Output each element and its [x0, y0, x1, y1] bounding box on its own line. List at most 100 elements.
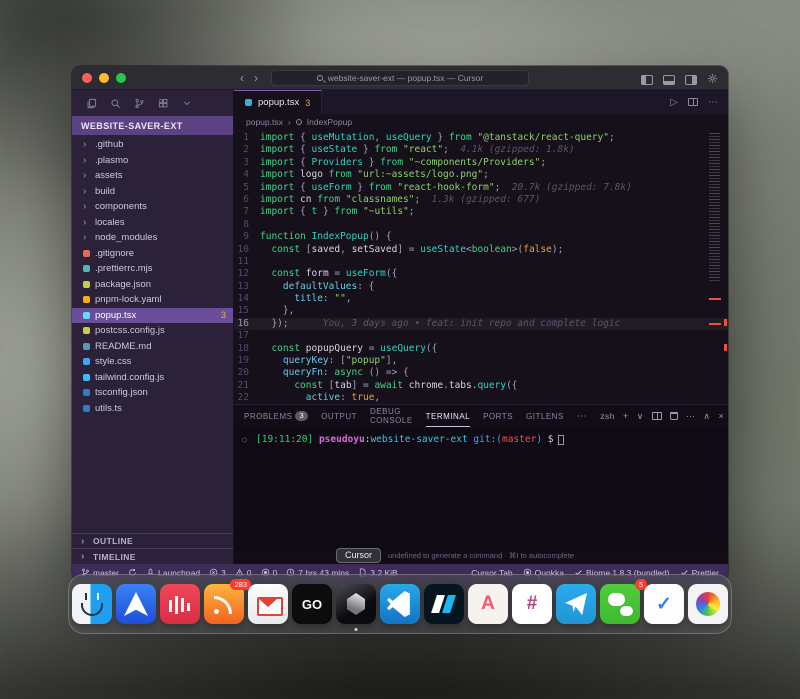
panel-tab-label: OUTPUT [321, 412, 357, 421]
toggle-panel-icon[interactable] [663, 75, 675, 85]
tab-popup-tsx[interactable]: popup.tsx 3 [234, 90, 322, 114]
dock-icon-finder[interactable] [72, 584, 112, 624]
panel-tab-ports[interactable]: PORTS [483, 405, 513, 427]
code-text: import { Providers } from "~components/P… [260, 157, 728, 169]
dock-icon-telegram[interactable] [556, 584, 596, 624]
zoom-button[interactable] [116, 73, 126, 83]
kill-terminal-icon[interactable] [670, 412, 678, 420]
code-editor[interactable]: 1import { useMutation, useQuery } from "… [234, 130, 728, 404]
file-name: style.css [95, 356, 131, 367]
dock-icon-mail[interactable] [248, 584, 288, 624]
chevron-down-icon[interactable]: ∨ [637, 411, 644, 422]
minimize-button[interactable] [99, 73, 109, 83]
dock-icon-flighty[interactable] [116, 584, 156, 624]
code-text: }, [260, 305, 728, 317]
back-button[interactable]: ‹ [240, 70, 244, 86]
extensions-icon[interactable] [158, 98, 169, 109]
dock-icon-vscode[interactable] [380, 584, 420, 624]
tree-item-node-modules[interactable]: ›node_modules [72, 230, 233, 246]
close-button[interactable] [82, 73, 92, 83]
run-button[interactable]: ▷ [670, 97, 678, 108]
tree-item-github[interactable]: ›.github [72, 137, 233, 153]
explorer-icon[interactable] [86, 98, 97, 109]
file-explorer[interactable]: ›.github›.plasmo›assets›build›components… [72, 135, 233, 533]
tree-item-locales[interactable]: › locales [72, 215, 233, 231]
editor-group: popup.tsx 3 ▷ ⋯ popup.tsx › IndexPopup [234, 90, 728, 564]
panel-tab-problems[interactable]: PROBLEMS3 [244, 405, 308, 427]
source-control-icon[interactable] [134, 98, 145, 109]
chevron-right-icon: › [83, 232, 90, 243]
command-center[interactable]: website-saver-ext — popup.tsx — Cursor [271, 70, 529, 86]
dock-icon-music[interactable] [160, 584, 200, 624]
command-decoration-icon[interactable]: ○ [242, 435, 256, 444]
line-number: 5 [234, 182, 260, 194]
timeline-section[interactable]: › TIMELINE [72, 549, 233, 564]
dock-icon-reeder[interactable]: 283 [204, 584, 244, 624]
tree-item-postcss-config-js[interactable]: postcss.config.js [72, 323, 233, 339]
maximize-panel-icon[interactable]: ∧ [703, 411, 710, 422]
tree-item-prettierrc-mjs[interactable]: .prettierrc.mjs [72, 261, 233, 277]
dock-icon-warp[interactable] [424, 584, 464, 624]
more-panel-tabs-icon[interactable]: ⋯ [577, 411, 588, 422]
panel-tab-debug-console[interactable]: DEBUG CONSOLE [370, 405, 413, 427]
file-icon-package-json [83, 281, 90, 288]
panel-tab-gitlens[interactable]: GITLENS [526, 405, 564, 427]
code-line-6: 6import cn from "classnames"; 1.3k (gzip… [234, 194, 728, 206]
titlebar[interactable]: ‹ › website-saver-ext — popup.tsx — Curs… [72, 66, 728, 90]
tree-item-plasmo[interactable]: ›.plasmo [72, 153, 233, 169]
toggle-sidebar-icon[interactable] [641, 75, 653, 85]
close-panel-icon[interactable]: × [718, 411, 724, 421]
new-terminal-icon[interactable]: + [623, 411, 629, 421]
dock-icon-things[interactable] [644, 584, 684, 624]
tree-item-readme-md[interactable]: README.md [72, 339, 233, 355]
dock-tooltip: Cursor [336, 548, 381, 563]
shell-name[interactable]: zsh [600, 411, 615, 421]
tab-bar: popup.tsx 3 ▷ ⋯ [234, 90, 728, 114]
breadcrumb-file[interactable]: popup.tsx [246, 117, 283, 127]
toggle-secondary-sidebar-icon[interactable] [685, 75, 697, 85]
tree-item-components[interactable]: ›components [72, 199, 233, 215]
tree-item-tsconfig-json[interactable]: tsconfig.json [72, 385, 233, 401]
tree-item-assets[interactable]: › assets [72, 168, 233, 184]
breadcrumb[interactable]: popup.tsx › IndexPopup [234, 114, 728, 130]
file-icon-utils-ts [83, 405, 90, 412]
more-icon[interactable]: ⋯ [686, 411, 696, 422]
outline-section[interactable]: › OUTLINE [72, 534, 233, 549]
code-text: }); You, 3 days ago • feat: init repo an… [260, 318, 728, 330]
chevron-right-icon: › [83, 170, 90, 181]
settings-gear-icon[interactable] [707, 71, 718, 89]
tree-item-popup-tsx[interactable]: popup.tsx3 [72, 308, 233, 324]
tree-item-build[interactable]: ›build [72, 184, 233, 200]
search-icon[interactable] [110, 98, 121, 109]
dock-icon-wechat[interactable]: 5 [600, 584, 640, 624]
chevron-right-icon: › [83, 217, 90, 228]
panel-tab-output[interactable]: OUTPUT [321, 405, 357, 427]
forward-button[interactable]: › [254, 70, 258, 86]
split-terminal-icon[interactable] [652, 412, 662, 420]
panel-tab-terminal[interactable]: TERMINAL [426, 405, 470, 427]
minimap[interactable] [709, 133, 720, 283]
dock-icon-slack[interactable]: # [512, 584, 552, 624]
line-number: 3 [234, 157, 260, 169]
tree-item-pnpm-lock-yaml[interactable]: pnpm-lock.yaml [72, 292, 233, 308]
project-header[interactable]: WEBSITE-SAVER-EXT [72, 116, 233, 135]
tree-item-utils-ts[interactable]: utils.ts [72, 401, 233, 417]
file-name: .prettierrc.mjs [95, 263, 153, 274]
file-name: locales [95, 217, 125, 228]
terminal[interactable]: ○ [19:11:20] pseudoyu:website-saver-ext … [234, 427, 728, 551]
file-name: assets [95, 170, 122, 181]
breadcrumb-symbol[interactable]: IndexPopup [307, 117, 352, 127]
split-editor-icon[interactable] [688, 98, 698, 106]
dock-icon-cursor[interactable] [336, 584, 376, 624]
tree-item-tailwind-config-js[interactable]: tailwind.config.js [72, 370, 233, 386]
code-line-11: 11 [234, 256, 728, 268]
chevron-down-icon[interactable] [182, 98, 192, 108]
dock-icon-arc[interactable]: A [468, 584, 508, 624]
more-actions-icon[interactable]: ⋯ [708, 97, 718, 108]
code-line-22: 22 active: true, [234, 392, 728, 404]
tree-item-gitignore[interactable]: .gitignore [72, 246, 233, 262]
tree-item-style-css[interactable]: style.css [72, 354, 233, 370]
dock-icon-pinwheel[interactable] [688, 584, 728, 624]
dock-icon-go[interactable]: GO [292, 584, 332, 624]
tree-item-package-json[interactable]: package.json [72, 277, 233, 293]
